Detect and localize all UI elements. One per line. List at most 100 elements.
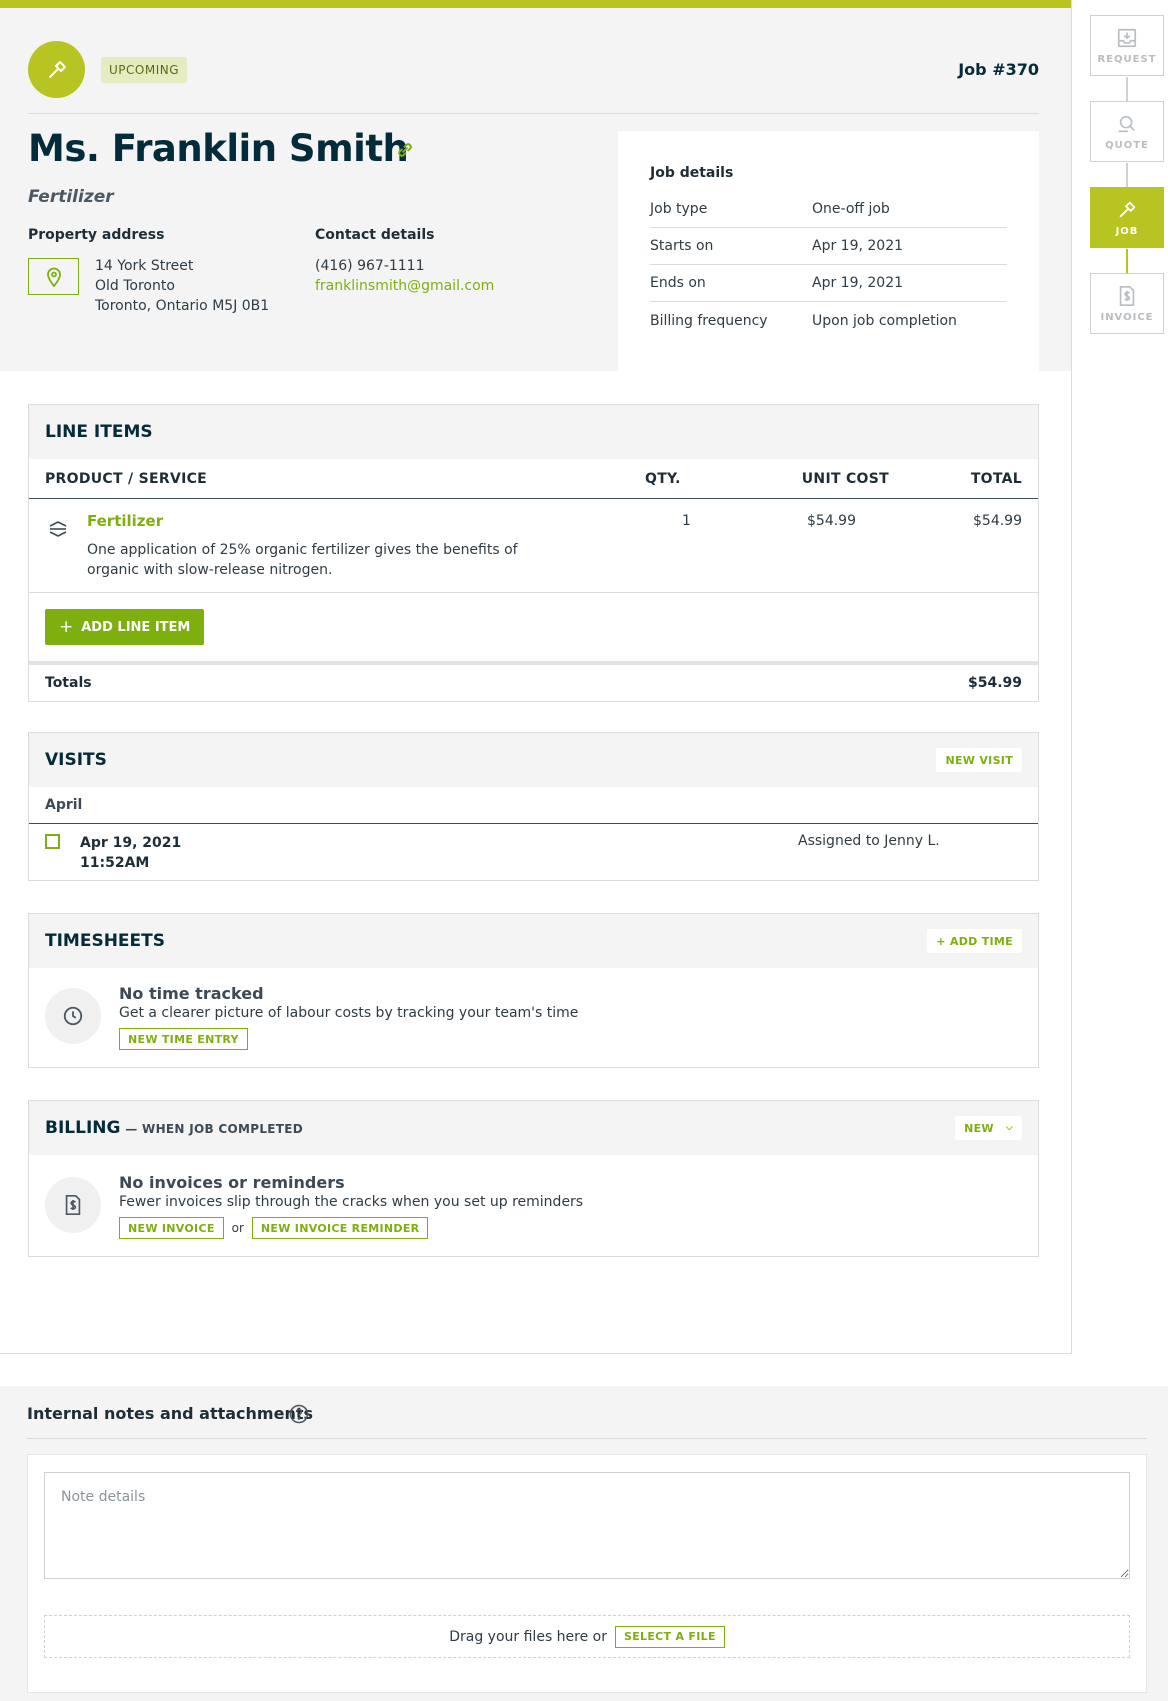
step-label: JOB — [1115, 225, 1139, 237]
invoice-icon-circle — [45, 1177, 101, 1233]
inbox-icon — [1117, 28, 1137, 47]
add-line-item-label: ADD LINE ITEM — [81, 619, 191, 635]
step-invoice[interactable]: INVOICE — [1090, 273, 1164, 334]
new-invoice-button[interactable]: NEW INVOICE — [119, 1217, 224, 1239]
detail-label: Ends on — [650, 275, 706, 291]
job-type-row: Job type One-off job — [650, 191, 1007, 228]
column-header-product: PRODUCT / SERVICE — [45, 470, 208, 487]
select-file-button[interactable]: SELECT A FILE — [615, 1625, 725, 1648]
top-accent-bar — [0, 0, 1072, 8]
line-items-card: LINE ITEMS PRODUCT / SERVICE QTY. UNIT C… — [28, 404, 1039, 702]
line-item-description: One application of 25% organic fertilize… — [87, 540, 518, 580]
billing-frequency-row: Billing frequency Upon job completion — [650, 302, 1007, 339]
step-quote[interactable]: QUOTE — [1090, 101, 1164, 162]
address-line-3: Toronto, Ontario M5J 0B1 — [95, 298, 270, 314]
add-line-item-area: + ADD LINE ITEM — [29, 593, 1038, 661]
visit-date: Apr 19, 2021 — [80, 835, 182, 851]
clock-icon-circle — [45, 988, 101, 1044]
ends-on-row: Ends on Apr 19, 2021 — [650, 265, 1007, 302]
billing-card: BILLING — WHEN JOB COMPLETED NEW ⌵ No in… — [28, 1100, 1039, 1257]
service-icon — [49, 521, 67, 537]
step-label: INVOICE — [1100, 311, 1154, 323]
visit-row[interactable]: Apr 19, 2021 11:52AM Assigned to Jenny L… — [29, 824, 1038, 880]
chevron-down-icon: ⌵ — [1005, 1123, 1013, 1133]
timesheets-header: TIMESHEETS + ADD TIME — [29, 914, 1038, 968]
property-address-label: Property address — [28, 227, 165, 243]
address-line-2: Old Toronto — [95, 278, 175, 294]
timesheets-title: TIMESHEETS — [45, 931, 165, 951]
billing-subtitle: — WHEN JOB COMPLETED — [125, 1122, 304, 1136]
starts-on-row: Starts on Apr 19, 2021 — [650, 228, 1007, 265]
line-item-total: $54.99 — [973, 513, 1022, 529]
invoice-icon — [65, 1195, 81, 1215]
new-visit-button[interactable]: NEW VISIT — [936, 748, 1022, 772]
help-icon[interactable] — [289, 1404, 309, 1428]
step-label: QUOTE — [1105, 139, 1149, 151]
timesheets-card: TIMESHEETS + ADD TIME No time tracked Ge… — [28, 913, 1039, 1068]
job-details-title: Job details — [650, 165, 734, 181]
visit-datetime: Apr 19, 2021 11:52AM — [80, 833, 181, 873]
detail-label: Billing frequency — [650, 312, 768, 329]
job-title: Fertilizer — [28, 187, 114, 207]
map-pin-button[interactable] — [28, 258, 79, 295]
timesheets-actions: NEW TIME ENTRY — [119, 1028, 248, 1050]
add-line-item-button[interactable]: + ADD LINE ITEM — [45, 609, 205, 645]
add-time-button[interactable]: + ADD TIME — [927, 929, 1022, 953]
line-items-table-header: PRODUCT / SERVICE QTY. UNIT COST TOTAL — [29, 459, 1038, 499]
billing-empty-title: No invoices or reminders — [119, 1173, 345, 1192]
job-status-badge — [28, 41, 85, 98]
divider — [0, 1353, 1072, 1354]
notes-title: Internal notes and attachments — [27, 1404, 314, 1423]
line-item-name[interactable]: Fertilizer — [87, 512, 163, 530]
note-details-input[interactable] — [44, 1472, 1130, 1579]
job-details-card: Job details Job type One-off job Starts … — [618, 131, 1039, 371]
billing-title-group: BILLING — WHEN JOB COMPLETED — [45, 1118, 303, 1138]
property-address: 14 York Street Old Toronto Toronto, Onta… — [95, 256, 269, 316]
new-time-entry-button[interactable]: NEW TIME ENTRY — [119, 1028, 248, 1050]
status-badge: UPCOMING — [101, 57, 188, 83]
step-connector — [1126, 249, 1128, 273]
link-icon[interactable] — [394, 139, 416, 165]
billing-header: BILLING — WHEN JOB COMPLETED NEW ⌵ — [29, 1101, 1038, 1155]
billing-actions: NEW INVOICE or NEW INVOICE REMINDER — [119, 1217, 429, 1239]
new-billing-dropdown[interactable]: NEW ⌵ — [955, 1116, 1022, 1140]
file-drop-zone[interactable]: Drag your files here or SELECT A FILE — [44, 1615, 1130, 1658]
visits-header: VISITS NEW VISIT — [29, 733, 1038, 787]
line-items-header: LINE ITEMS — [29, 405, 1038, 459]
line-item-qty: 1 — [682, 513, 691, 529]
clock-icon — [63, 1006, 83, 1026]
plus-icon: + — [59, 617, 74, 637]
detail-value: Apr 19, 2021 — [812, 238, 904, 254]
line-item-unit-cost: $54.99 — [807, 513, 856, 529]
visit-checkbox[interactable] — [45, 834, 60, 849]
column-header-total: TOTAL — [970, 470, 1022, 487]
visit-assignee: Assigned to Jenny L. — [798, 833, 940, 849]
email-link[interactable]: franklinsmith@gmail.com — [315, 276, 494, 296]
step-request[interactable]: REQUEST — [1090, 15, 1164, 76]
new-invoice-reminder-button[interactable]: NEW INVOICE REMINDER — [251, 1217, 429, 1239]
contact-details: (416) 967-1111 franklinsmith@gmail.com — [315, 256, 494, 296]
timesheets-empty-title: No time tracked — [119, 984, 264, 1003]
divider — [27, 1438, 1147, 1439]
totals-value: $54.99 — [967, 675, 1022, 691]
line-item-description-line: organic with slow-release nitrogen. — [87, 562, 333, 578]
client-name[interactable]: Ms. Franklin Smith — [28, 127, 409, 170]
detail-value: Upon job completion — [812, 312, 957, 329]
step-connector — [1126, 77, 1128, 101]
or-separator: or — [231, 1221, 244, 1235]
line-item-row[interactable]: Fertilizer One application of 25% organi… — [29, 499, 1038, 593]
detail-value: Apr 19, 2021 — [812, 275, 904, 291]
detail-value: One-off job — [812, 201, 890, 217]
invoice-icon — [1119, 285, 1135, 306]
billing-title: BILLING — [45, 1118, 121, 1138]
step-job[interactable]: JOB — [1090, 187, 1164, 248]
contact-details-label: Contact details — [315, 227, 435, 243]
totals-label: Totals — [45, 675, 92, 691]
workflow-rail: REQUEST QUOTE JOB INVOICE — [1071, 0, 1168, 1354]
magnify-icon — [1118, 115, 1135, 132]
billing-empty-text: Fewer invoices slip through the cracks w… — [119, 1194, 584, 1210]
visit-time: 11:52AM — [80, 855, 150, 871]
notes-card: Drag your files here or SELECT A FILE — [27, 1454, 1147, 1693]
visits-title: VISITS — [45, 750, 107, 770]
phone-number: (416) 967-1111 — [315, 258, 425, 274]
